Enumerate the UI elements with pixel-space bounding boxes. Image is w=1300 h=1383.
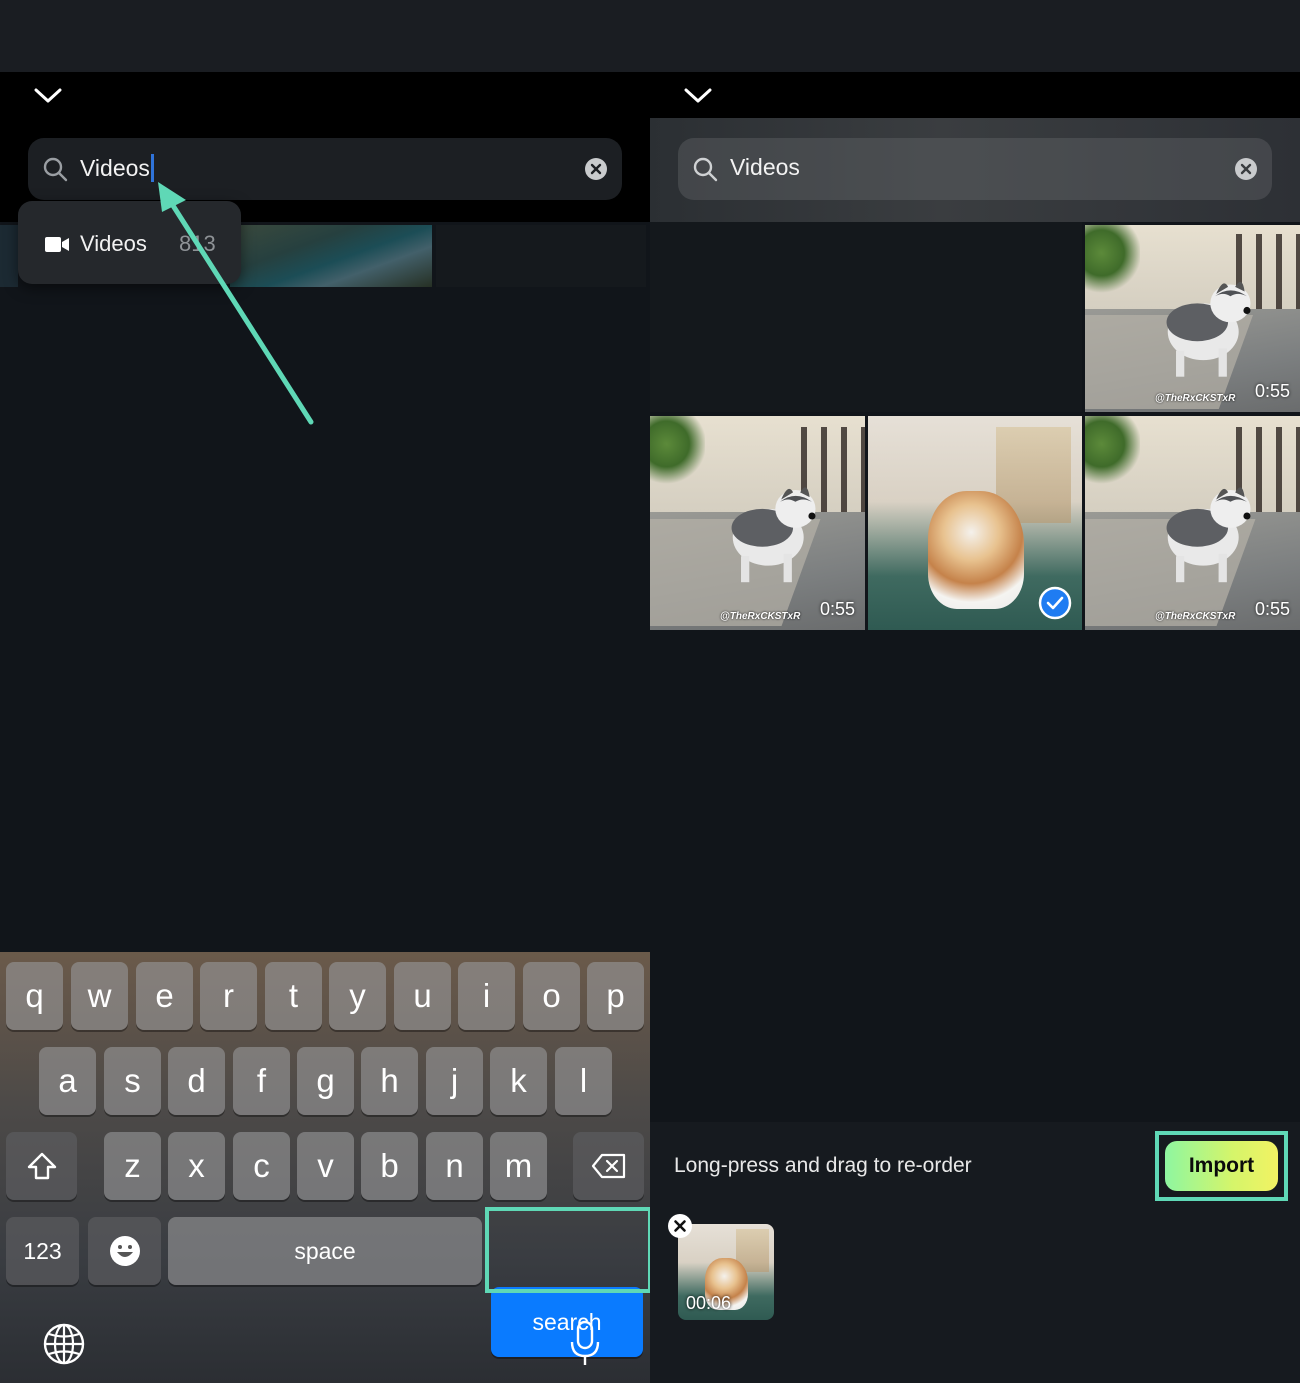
search-input[interactable]: Videos <box>678 138 1272 200</box>
backspace-key[interactable] <box>573 1132 644 1200</box>
key-g[interactable]: g <box>297 1047 354 1115</box>
search-icon <box>43 157 68 182</box>
video-thumbnail[interactable]: @TheRxCKSTxR 0:55 <box>1085 416 1300 630</box>
clip-duration: 00:06 <box>686 1293 732 1313</box>
key-r[interactable]: r <box>200 962 257 1030</box>
microphone-icon[interactable] <box>568 1320 602 1368</box>
numbers-key[interactable]: 123 <box>6 1217 79 1285</box>
chevron-down-icon[interactable] <box>34 88 62 104</box>
key-j[interactable]: j <box>426 1047 483 1115</box>
key-c[interactable]: c <box>233 1132 290 1200</box>
search-icon <box>693 157 718 182</box>
header <box>650 72 1300 118</box>
keyboard: q w e r t y u i o p a s d f g h j k l z … <box>0 952 650 1383</box>
shift-icon <box>27 1152 56 1180</box>
backspace-icon <box>591 1153 625 1179</box>
clear-icon[interactable] <box>584 157 608 181</box>
key-e[interactable]: e <box>136 962 193 1030</box>
key-k[interactable]: k <box>490 1047 547 1115</box>
watermark: @TheRxCKSTxR <box>1155 393 1236 404</box>
key-s[interactable]: s <box>104 1047 161 1115</box>
video-thumbnail[interactable]: @TheRxCKSTxR 0:55 <box>1085 225 1300 412</box>
key-t[interactable]: t <box>265 962 322 1030</box>
reorder-hint: Long-press and drag to re-order <box>674 1154 972 1177</box>
empty-grid-area <box>650 222 1082 412</box>
key-d[interactable]: d <box>168 1047 225 1115</box>
search-key[interactable]: search <box>491 1287 643 1357</box>
search-suggestion[interactable]: Videos 813 <box>18 201 241 284</box>
left-screen: Videos Videos 813 q w e r t y u i o p a … <box>0 72 650 1383</box>
shift-key[interactable] <box>6 1132 77 1200</box>
husky-image <box>1166 487 1251 582</box>
key-h[interactable]: h <box>361 1047 418 1115</box>
clear-icon[interactable] <box>1234 157 1258 181</box>
video-thumbnail[interactable]: @TheRxCKSTxR 0:55 <box>650 416 865 630</box>
watermark: @TheRxCKSTxR <box>720 611 801 622</box>
suggestion-count: 813 <box>179 231 216 256</box>
key-b[interactable]: b <box>361 1132 418 1200</box>
husky-image <box>731 487 816 582</box>
husky-image <box>1166 282 1251 378</box>
import-button[interactable]: Import <box>1165 1141 1278 1191</box>
cake-image <box>927 490 1025 609</box>
key-x[interactable]: x <box>168 1132 225 1200</box>
search-input[interactable]: Videos <box>28 138 622 200</box>
key-p[interactable]: p <box>587 962 644 1030</box>
search-key-highlight <box>485 1207 652 1293</box>
suggestion-label: Videos <box>80 231 147 256</box>
key-q[interactable]: q <box>6 962 63 1030</box>
search-value: Videos <box>730 154 800 180</box>
emoji-key[interactable] <box>88 1217 161 1285</box>
remove-clip-icon[interactable] <box>667 1213 693 1239</box>
key-m[interactable]: m <box>490 1132 547 1200</box>
space-key[interactable]: space <box>168 1217 482 1285</box>
key-a[interactable]: a <box>39 1047 96 1115</box>
key-i[interactable]: i <box>458 962 515 1030</box>
key-l[interactable]: l <box>555 1047 612 1115</box>
media-thumbnail[interactable] <box>436 225 646 287</box>
checkmark-icon[interactable] <box>1038 586 1072 620</box>
video-duration: 0:55 <box>1254 599 1290 619</box>
status-area <box>0 0 1300 72</box>
key-o[interactable]: o <box>523 962 580 1030</box>
video-camera-icon <box>45 237 69 252</box>
selection-bar: Long-press and drag to re-order Import 0… <box>650 1122 1300 1383</box>
globe-icon[interactable] <box>42 1322 86 1366</box>
search-value: Videos <box>80 155 150 181</box>
video-duration: 0:55 <box>1254 381 1290 401</box>
key-z[interactable]: z <box>104 1132 161 1200</box>
chevron-down-icon[interactable] <box>684 88 712 104</box>
key-y[interactable]: y <box>329 962 386 1030</box>
key-u[interactable]: u <box>394 962 451 1030</box>
key-v[interactable]: v <box>297 1132 354 1200</box>
watermark: @TheRxCKSTxR <box>1155 611 1236 622</box>
media-thumbnail[interactable] <box>0 225 18 287</box>
key-n[interactable]: n <box>426 1132 483 1200</box>
emoji-icon <box>109 1236 140 1266</box>
right-screen: Videos @TheRxCKSTxR 0:55 @TheRxCKSTxR 0:… <box>650 72 1300 1383</box>
video-duration: 0:55 <box>819 599 855 619</box>
video-thumbnail-selected[interactable] <box>868 416 1082 630</box>
key-w[interactable]: w <box>71 962 128 1030</box>
media-thumbnail[interactable] <box>230 225 432 287</box>
key-f[interactable]: f <box>233 1047 290 1115</box>
text-caret <box>150 154 154 182</box>
